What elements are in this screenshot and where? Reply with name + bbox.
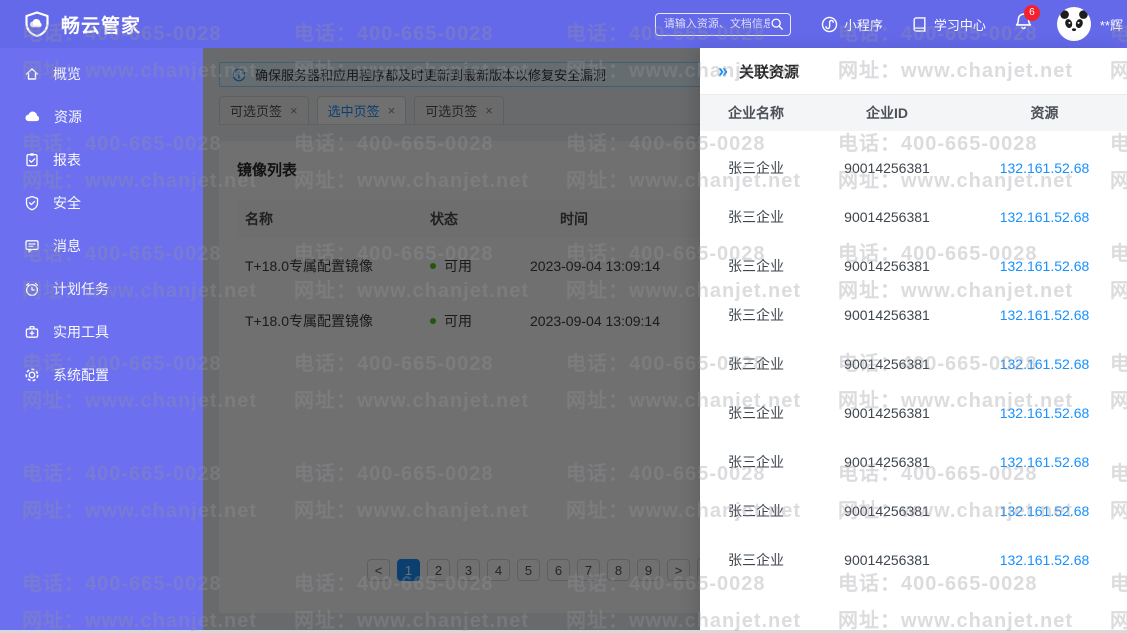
search-input[interactable] bbox=[663, 18, 770, 30]
panda-avatar-image bbox=[1057, 7, 1090, 41]
message-icon bbox=[25, 239, 39, 253]
drawer-table-body: 张三企业 90014256381 132.161.52.68 张三企业 9001… bbox=[700, 131, 1127, 584]
company-id: 90014256381 bbox=[844, 551, 930, 568]
miniprogram-label: 小程序 bbox=[843, 17, 883, 33]
drawer-header: » 关联资源 bbox=[700, 48, 1127, 95]
resource-ip-link[interactable]: 132.161.52.68 bbox=[962, 307, 1127, 323]
user-avatar[interactable] bbox=[1056, 7, 1091, 41]
drawer-table-row: 张三企业 90014256381 132.161.52.68 bbox=[700, 143, 1127, 192]
column-header-company-name: 企业名称 bbox=[728, 105, 784, 121]
company-id: 90014256381 bbox=[844, 502, 930, 519]
sidebar-item-reports[interactable]: 报表 bbox=[0, 138, 203, 181]
resource-ip-link[interactable]: 132.161.52.68 bbox=[962, 405, 1127, 421]
company-name: 张三企业 bbox=[728, 159, 784, 176]
app-title: 畅云管家 bbox=[61, 15, 142, 37]
company-name: 张三企业 bbox=[728, 551, 784, 568]
company-id: 90014256381 bbox=[844, 257, 930, 274]
sidebar-item-system-config[interactable]: 系统配置 bbox=[0, 353, 203, 396]
home-icon bbox=[25, 67, 39, 80]
learning-center-label: 学习中心 bbox=[933, 17, 986, 33]
miniprogram-icon bbox=[821, 16, 838, 32]
sidebar-item-scheduled-tasks[interactable]: 计划任务 bbox=[0, 267, 203, 310]
related-resources-drawer: » 关联资源 企业名称 企业ID 资源 张三企业 90014256381 132… bbox=[700, 48, 1127, 633]
resource-ip-link[interactable]: 132.161.52.68 bbox=[962, 503, 1127, 519]
sidebar-nav: 概览 资源 报表 安全 消息 计划任务 实用工具 系统配置 bbox=[0, 48, 203, 633]
resource-ip-link[interactable]: 132.161.52.68 bbox=[962, 258, 1127, 274]
sidebar-item-messages[interactable]: 消息 bbox=[0, 224, 203, 267]
app-logo-shield-cloud-icon bbox=[25, 11, 49, 38]
sidebar-item-label: 消息 bbox=[53, 237, 81, 254]
sidebar-item-label: 报表 bbox=[53, 151, 81, 168]
alarm-clock-icon bbox=[25, 282, 39, 296]
company-id: 90014256381 bbox=[844, 208, 930, 225]
drawer-collapse-icon[interactable]: » bbox=[718, 62, 728, 80]
clipboard-icon bbox=[26, 152, 38, 166]
resource-ip-link[interactable]: 132.161.52.68 bbox=[962, 209, 1127, 225]
company-id: 90014256381 bbox=[844, 306, 930, 323]
drawer-title: 关联资源 bbox=[739, 63, 800, 81]
drawer-table-row: 张三企业 90014256381 132.161.52.68 bbox=[700, 535, 1127, 584]
company-name: 张三企业 bbox=[728, 306, 784, 323]
miniprogram-nav[interactable]: 小程序 bbox=[821, 15, 883, 34]
drawer-table-row: 张三企业 90014256381 132.161.52.68 bbox=[700, 241, 1127, 290]
drawer-table-row: 张三企业 90014256381 132.161.52.68 bbox=[700, 290, 1127, 339]
resource-ip-link[interactable]: 132.161.52.68 bbox=[962, 160, 1127, 176]
resource-ip-link[interactable]: 132.161.52.68 bbox=[962, 356, 1127, 372]
sidebar-item-overview[interactable]: 概览 bbox=[0, 52, 203, 95]
notifications-button[interactable]: 6 bbox=[1014, 5, 1040, 36]
company-name: 张三企业 bbox=[728, 502, 784, 519]
sidebar-item-label: 安全 bbox=[53, 194, 81, 211]
column-header-resource: 资源 bbox=[1030, 105, 1059, 121]
drawer-table-row: 张三企业 90014256381 132.161.52.68 bbox=[700, 486, 1127, 535]
company-name: 张三企业 bbox=[728, 453, 784, 470]
toolbox-icon bbox=[25, 325, 39, 338]
sidebar-item-resources[interactable]: 资源 bbox=[0, 95, 203, 138]
app-header: 畅云管家 小程序 学习中心 6 bbox=[0, 0, 1127, 48]
sidebar-item-utilities[interactable]: 实用工具 bbox=[0, 310, 203, 353]
drawer-table-row: 张三企业 90014256381 132.161.52.68 bbox=[700, 192, 1127, 241]
sidebar-item-label: 计划任务 bbox=[53, 280, 109, 297]
sidebar-item-label: 系统配置 bbox=[53, 366, 109, 383]
shield-check-icon bbox=[25, 195, 39, 210]
gear-icon bbox=[25, 368, 39, 381]
resource-ip-link[interactable]: 132.161.52.68 bbox=[962, 552, 1127, 568]
resource-ip-link[interactable]: 132.161.52.68 bbox=[962, 454, 1127, 470]
drawer-table-row: 张三企业 90014256381 132.161.52.68 bbox=[700, 339, 1127, 388]
sidebar-item-security[interactable]: 安全 bbox=[0, 181, 203, 224]
sidebar-item-label: 概览 bbox=[53, 65, 81, 82]
company-name: 张三企业 bbox=[728, 208, 784, 225]
company-name: 张三企业 bbox=[728, 355, 784, 372]
sidebar-item-label: 实用工具 bbox=[53, 323, 109, 340]
cloud-icon bbox=[25, 111, 40, 122]
drawer-table-row: 张三企业 90014256381 132.161.52.68 bbox=[700, 437, 1127, 486]
company-name: 张三企业 bbox=[728, 404, 784, 421]
notification-badge: 6 bbox=[1023, 5, 1040, 21]
global-search[interactable] bbox=[654, 12, 791, 36]
drawer-table-header-row: 企业名称 企业ID 资源 bbox=[700, 95, 1127, 131]
company-name: 张三企业 bbox=[728, 257, 784, 274]
book-icon bbox=[913, 16, 926, 32]
column-header-company-id: 企业ID bbox=[866, 105, 908, 121]
learning-center-nav[interactable]: 学习中心 bbox=[911, 15, 986, 34]
sidebar-item-label: 资源 bbox=[54, 108, 82, 125]
company-id: 90014256381 bbox=[844, 404, 930, 421]
username[interactable]: **辉 bbox=[1100, 15, 1123, 34]
drawer-table-row: 张三企业 90014256381 132.161.52.68 bbox=[700, 388, 1127, 437]
company-id: 90014256381 bbox=[844, 159, 930, 176]
company-id: 90014256381 bbox=[844, 355, 930, 372]
search-icon[interactable] bbox=[770, 17, 784, 31]
company-id: 90014256381 bbox=[844, 453, 930, 470]
